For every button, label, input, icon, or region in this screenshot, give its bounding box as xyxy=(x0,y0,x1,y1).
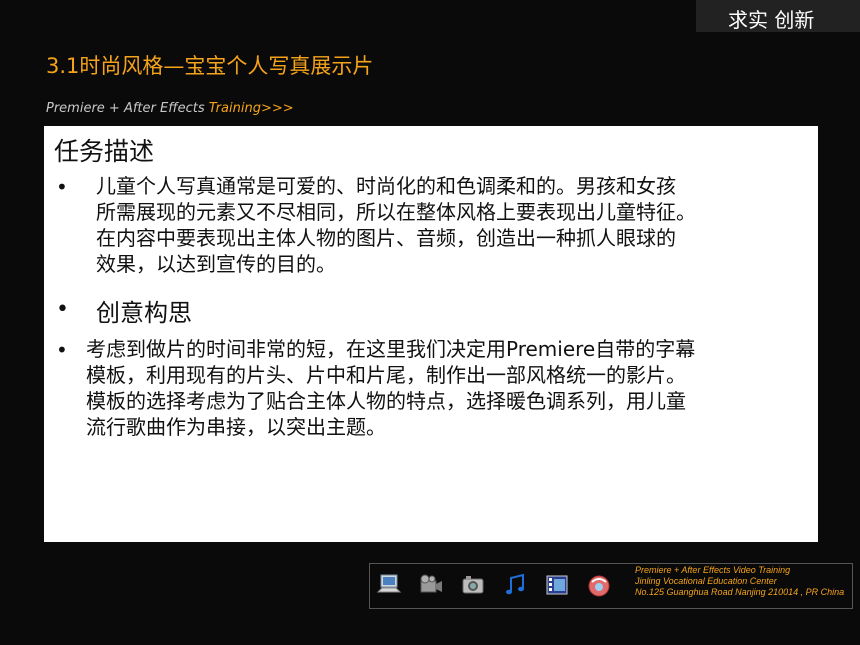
section-heading-task: 任务描述 xyxy=(54,137,155,166)
subtitle-prefix: Premiere + After Effects xyxy=(46,101,209,116)
paragraph-idea-line: 流行歌曲作为串接，以突出主题。 xyxy=(86,415,386,439)
footer-info: Premiere + After Effects Video Training … xyxy=(635,565,844,598)
photo-camera-icon xyxy=(462,576,484,594)
video-camera-icon xyxy=(420,574,442,593)
film-strip-icon xyxy=(546,575,568,595)
paragraph-idea: 考虑到做片的时间非常的短，在这里我们决定用Premiere自带的字幕 模板，利用… xyxy=(86,336,695,440)
paragraph-task-line: 儿童个人写真通常是可爱的、时尚化的和色调柔和的。男孩和女孩 xyxy=(96,174,676,198)
footer-icons xyxy=(376,568,612,602)
footer-line: Premiere + After Effects Video Training xyxy=(635,565,791,575)
page-title: 3.1时尚风格—宝宝个人写真展示片 xyxy=(46,54,374,78)
music-note-icon xyxy=(506,573,524,595)
bullet-1: • xyxy=(56,175,68,199)
footer-line: Jinling Vocational Education Center xyxy=(635,576,777,586)
paragraph-task: 儿童个人写真通常是可爱的、时尚化的和色调柔和的。男孩和女孩 所需展现的元素又不尽… xyxy=(96,173,696,277)
footer-line: No.125 Guanghua Road Nanjing 210014 , PR… xyxy=(635,587,845,597)
bullet-3: • xyxy=(56,338,68,362)
subtitle-accent: Training>>> xyxy=(208,101,294,116)
subtitle: Premiere + After Effects Training>>> xyxy=(46,101,294,116)
section-heading-idea: 创意构思 xyxy=(96,299,192,327)
paragraph-idea-line: 考虑到做片的时间非常的短，在这里我们决定用Premiere自带的字幕 xyxy=(86,337,696,361)
computer-icon xyxy=(376,574,402,593)
motto-text: 求实 创新 xyxy=(728,8,815,32)
paragraph-task-line: 效果，以达到宣传的目的。 xyxy=(96,252,336,276)
paragraph-idea-line: 模板的选择考虑为了贴合主体人物的特点，选择暖色调系列，用儿童 xyxy=(86,389,686,413)
paragraph-task-line: 所需展现的元素又不尽相同，所以在整体风格上要表现出儿童特征。 xyxy=(96,200,696,224)
gift-icon xyxy=(588,575,610,597)
bullet-2: • xyxy=(56,297,69,322)
paragraph-idea-line: 模板，利用现有的片头、片中和片尾，制作出一部风格统一的影片。 xyxy=(86,363,686,387)
paragraph-task-line: 在内容中要表现出主体人物的图片、音频，创造出一种抓人眼球的 xyxy=(96,226,676,250)
